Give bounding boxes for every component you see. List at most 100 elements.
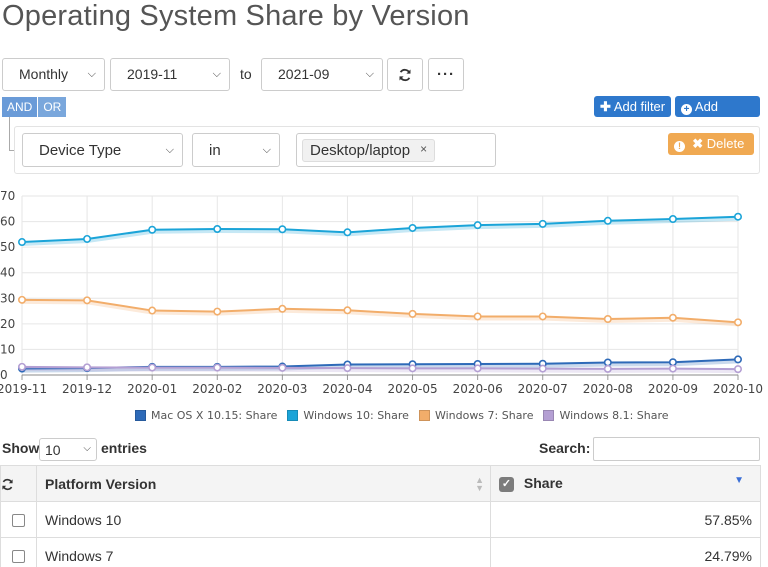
data-point [83,363,92,372]
share-cell: 24.79% [490,537,761,567]
period-select[interactable]: Monthly ⌵ [2,58,105,91]
x-tick-label: 2020-05 [387,382,437,396]
add-filter-button[interactable]: ✚ Add filter [594,96,672,117]
platform-version-header-label: Platform Version [45,475,157,492]
platform-cell: Windows 7 [36,537,491,567]
y-tick-label: 0 [0,368,8,382]
data-point [408,364,417,373]
y-tick-label: 40 [0,266,15,280]
delete-label: Delete [706,136,745,151]
warning-icon: ! [674,141,685,152]
legend-swatch [287,409,299,421]
filter-field-select[interactable]: Device Type ⌵ [22,133,183,167]
data-point [278,363,287,372]
data-point [213,363,222,372]
to-date-value: 2021-09 [278,66,330,82]
legend-label: Windows 10: Share [303,408,409,422]
add-group-button[interactable]: + Add group [675,96,760,135]
and-option[interactable]: AND [2,97,39,117]
series-shadow [21,216,739,247]
sort-both-icon: ▲ ▼ [475,474,484,493]
remove-tag-icon[interactable]: × [420,142,427,156]
data-point [603,358,612,367]
series-line [21,215,739,244]
legend-item[interactable]: Windows 8.1: Share [543,408,669,422]
entries-select[interactable]: 10 ⌵ [39,438,97,461]
y-tick-label: 70 [0,189,15,203]
data-point [343,228,352,237]
data-point [473,364,482,373]
plus-circle-icon: + [681,104,692,115]
x-tick-label: 2019-12 [62,382,112,396]
share-header[interactable]: ✓ Share ▼ [490,465,761,502]
data-point [17,238,26,247]
data-point [538,312,547,321]
x-tick-label: 2020-02 [192,382,242,396]
data-point [733,318,742,327]
x-tick-label: 2020-08 [583,382,633,396]
legend-item[interactable]: Mac OS X 10.15: Share [135,408,277,422]
filter-value-input[interactable]: Desktop/laptop × [296,133,496,167]
data-point [83,296,92,305]
and-or-toggle[interactable]: AND OR [2,97,67,117]
sort-desc-icon: ▼ [734,475,744,487]
show-label: Show [2,440,40,456]
data-point [538,364,547,373]
legend-item[interactable]: Windows 7: Share [418,408,534,422]
chart-legend: Mac OS X 10.15: Share Windows 10: Share Wi… [135,408,679,422]
data-point [148,306,157,315]
platform-version-header[interactable]: Platform Version ▲ ▼ [36,465,491,502]
data-point [733,355,742,364]
page-title: Operating System Share by Version [2,0,470,32]
legend-label: Windows 7: Share [434,408,534,422]
legend-swatch [135,409,146,421]
from-date-select[interactable]: 2019-11 ⌵ [110,58,230,91]
refresh-button[interactable] [387,58,423,91]
data-point [603,364,612,373]
legend-label: Mac OS X 10.15: Share [151,408,278,422]
chevron-down-icon: ⌵ [165,144,174,156]
period-value: Monthly [19,66,69,82]
y-tick-label: 60 [0,215,15,229]
row-checkbox[interactable] [12,550,25,564]
entries-value: 10 [45,442,61,458]
data-point [278,225,287,234]
entries-label: entries [101,440,147,456]
table-row[interactable]: Windows 7 24.79% [0,537,761,567]
filter-field-value: Device Type [39,142,122,159]
data-point [603,216,612,225]
chevron-down-icon: ⌵ [212,68,221,80]
legend-swatch [418,409,430,421]
platform-table: Platform Version ▲ ▼ ✓ Share ▼ Windows 10… [0,465,761,567]
more-options-button[interactable]: ··· [428,58,464,91]
delete-rule-button[interactable]: ! ✖ Delete [668,133,754,155]
x-tick-label: 2020-01 [127,382,177,396]
share-header-label: Share [523,475,563,492]
to-date-select[interactable]: 2021-09 ⌵ [261,58,383,91]
data-point [83,234,92,243]
x-tick-label: 2019-11 [0,382,47,396]
legend-item[interactable]: Windows 10: Share [287,408,409,422]
data-point [668,364,677,373]
filter-operator-select[interactable]: in ⌵ [192,133,280,167]
series-line [21,298,739,324]
x-tick-label: 2020-06 [453,382,503,396]
or-option[interactable]: OR [38,97,67,117]
search-input[interactable] [593,437,760,461]
table-header-row: Platform Version ▲ ▼ ✓ Share ▼ [0,465,761,502]
add-filter-label: Add filter [613,99,666,114]
share-line-chart: 0 10 20 30 40 50 60 70 2019-11 2019-12 2020-01 2020… [0,189,763,396]
x-tick-label: 2020-10 [713,382,763,396]
y-tick-label: 10 [0,342,15,356]
row-checkbox-cell [0,501,37,538]
refresh-column-header[interactable] [0,465,37,502]
table-row[interactable]: Windows 10 57.85% [0,501,761,538]
chevron-down-icon: ⌵ [83,443,91,454]
refresh-icon [2,479,13,491]
row-checkbox[interactable] [12,514,25,528]
row-checkbox-cell [0,537,37,567]
checkbox-checked-icon[interactable]: ✓ [499,476,514,492]
chevron-down-icon: ⌵ [87,68,96,80]
data-point [538,219,547,228]
y-tick-label: 30 [0,291,15,305]
